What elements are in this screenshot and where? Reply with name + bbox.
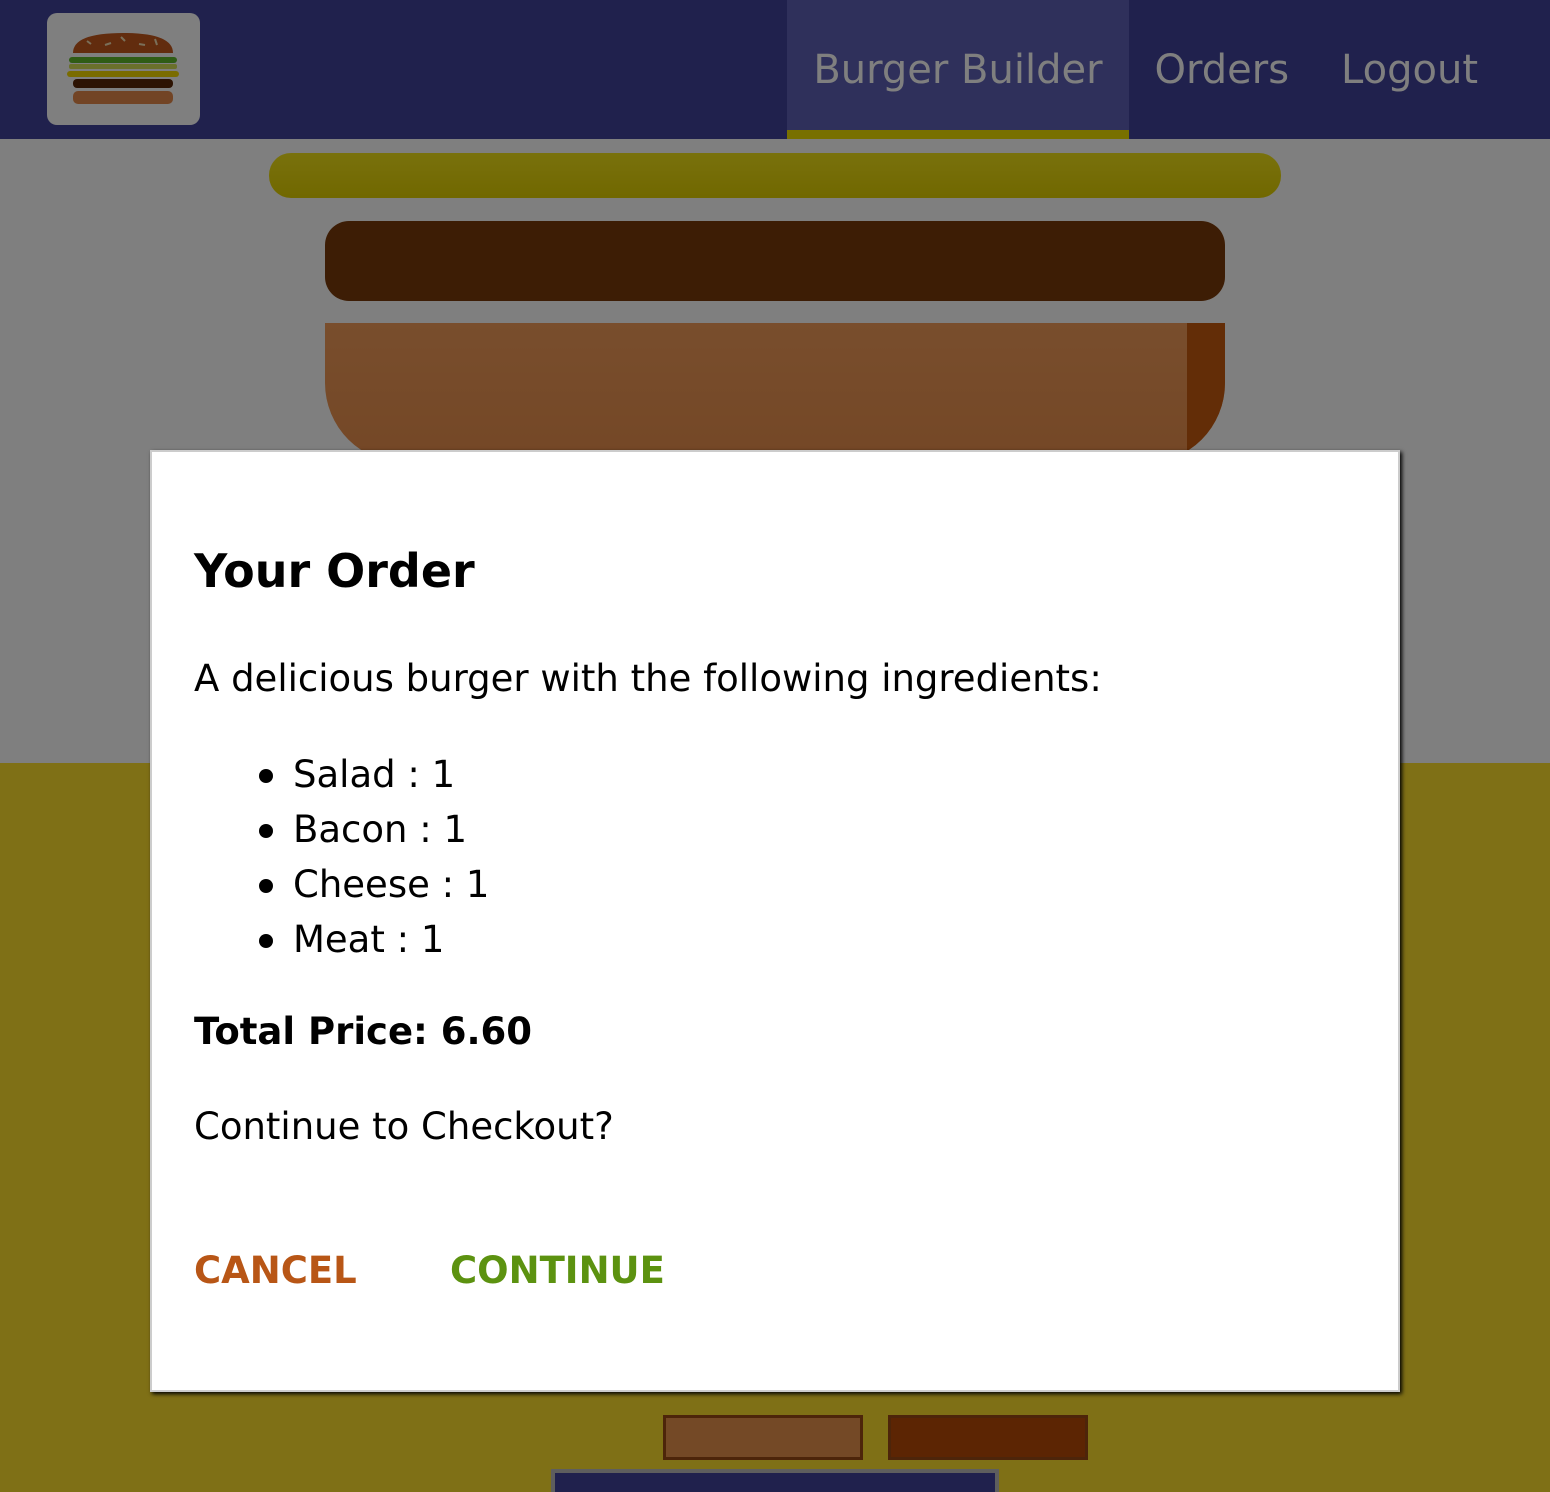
list-item: Bacon : 1: [259, 802, 489, 857]
cancel-button[interactable]: CANCEL: [194, 1249, 357, 1292]
ingredient-label: Salad : 1: [293, 753, 456, 796]
ingredient-label: Meat : 1: [293, 918, 445, 961]
bullet-icon: [259, 824, 273, 838]
ingredient-list: Salad : 1 Bacon : 1 Cheese : 1 Meat : 1: [259, 747, 490, 967]
ingredient-label: Bacon : 1: [293, 808, 468, 851]
order-summary-modal: Your Order A delicious burger with the f…: [150, 450, 1400, 1392]
ingredient-label: Cheese : 1: [293, 863, 490, 906]
bullet-icon: [259, 934, 273, 948]
modal-title: Your Order: [194, 544, 475, 598]
list-item: Cheese : 1: [259, 857, 490, 912]
continue-button[interactable]: CONTINUE: [450, 1249, 665, 1292]
order-description: A delicious burger with the following in…: [194, 657, 1102, 700]
checkout-question: Continue to Checkout?: [194, 1105, 614, 1148]
bullet-icon: [259, 879, 273, 893]
total-price: Total Price: 6.60: [194, 1010, 533, 1053]
bullet-icon: [259, 769, 273, 783]
list-item: Meat : 1: [259, 912, 489, 967]
list-item: Salad : 1: [259, 747, 489, 802]
